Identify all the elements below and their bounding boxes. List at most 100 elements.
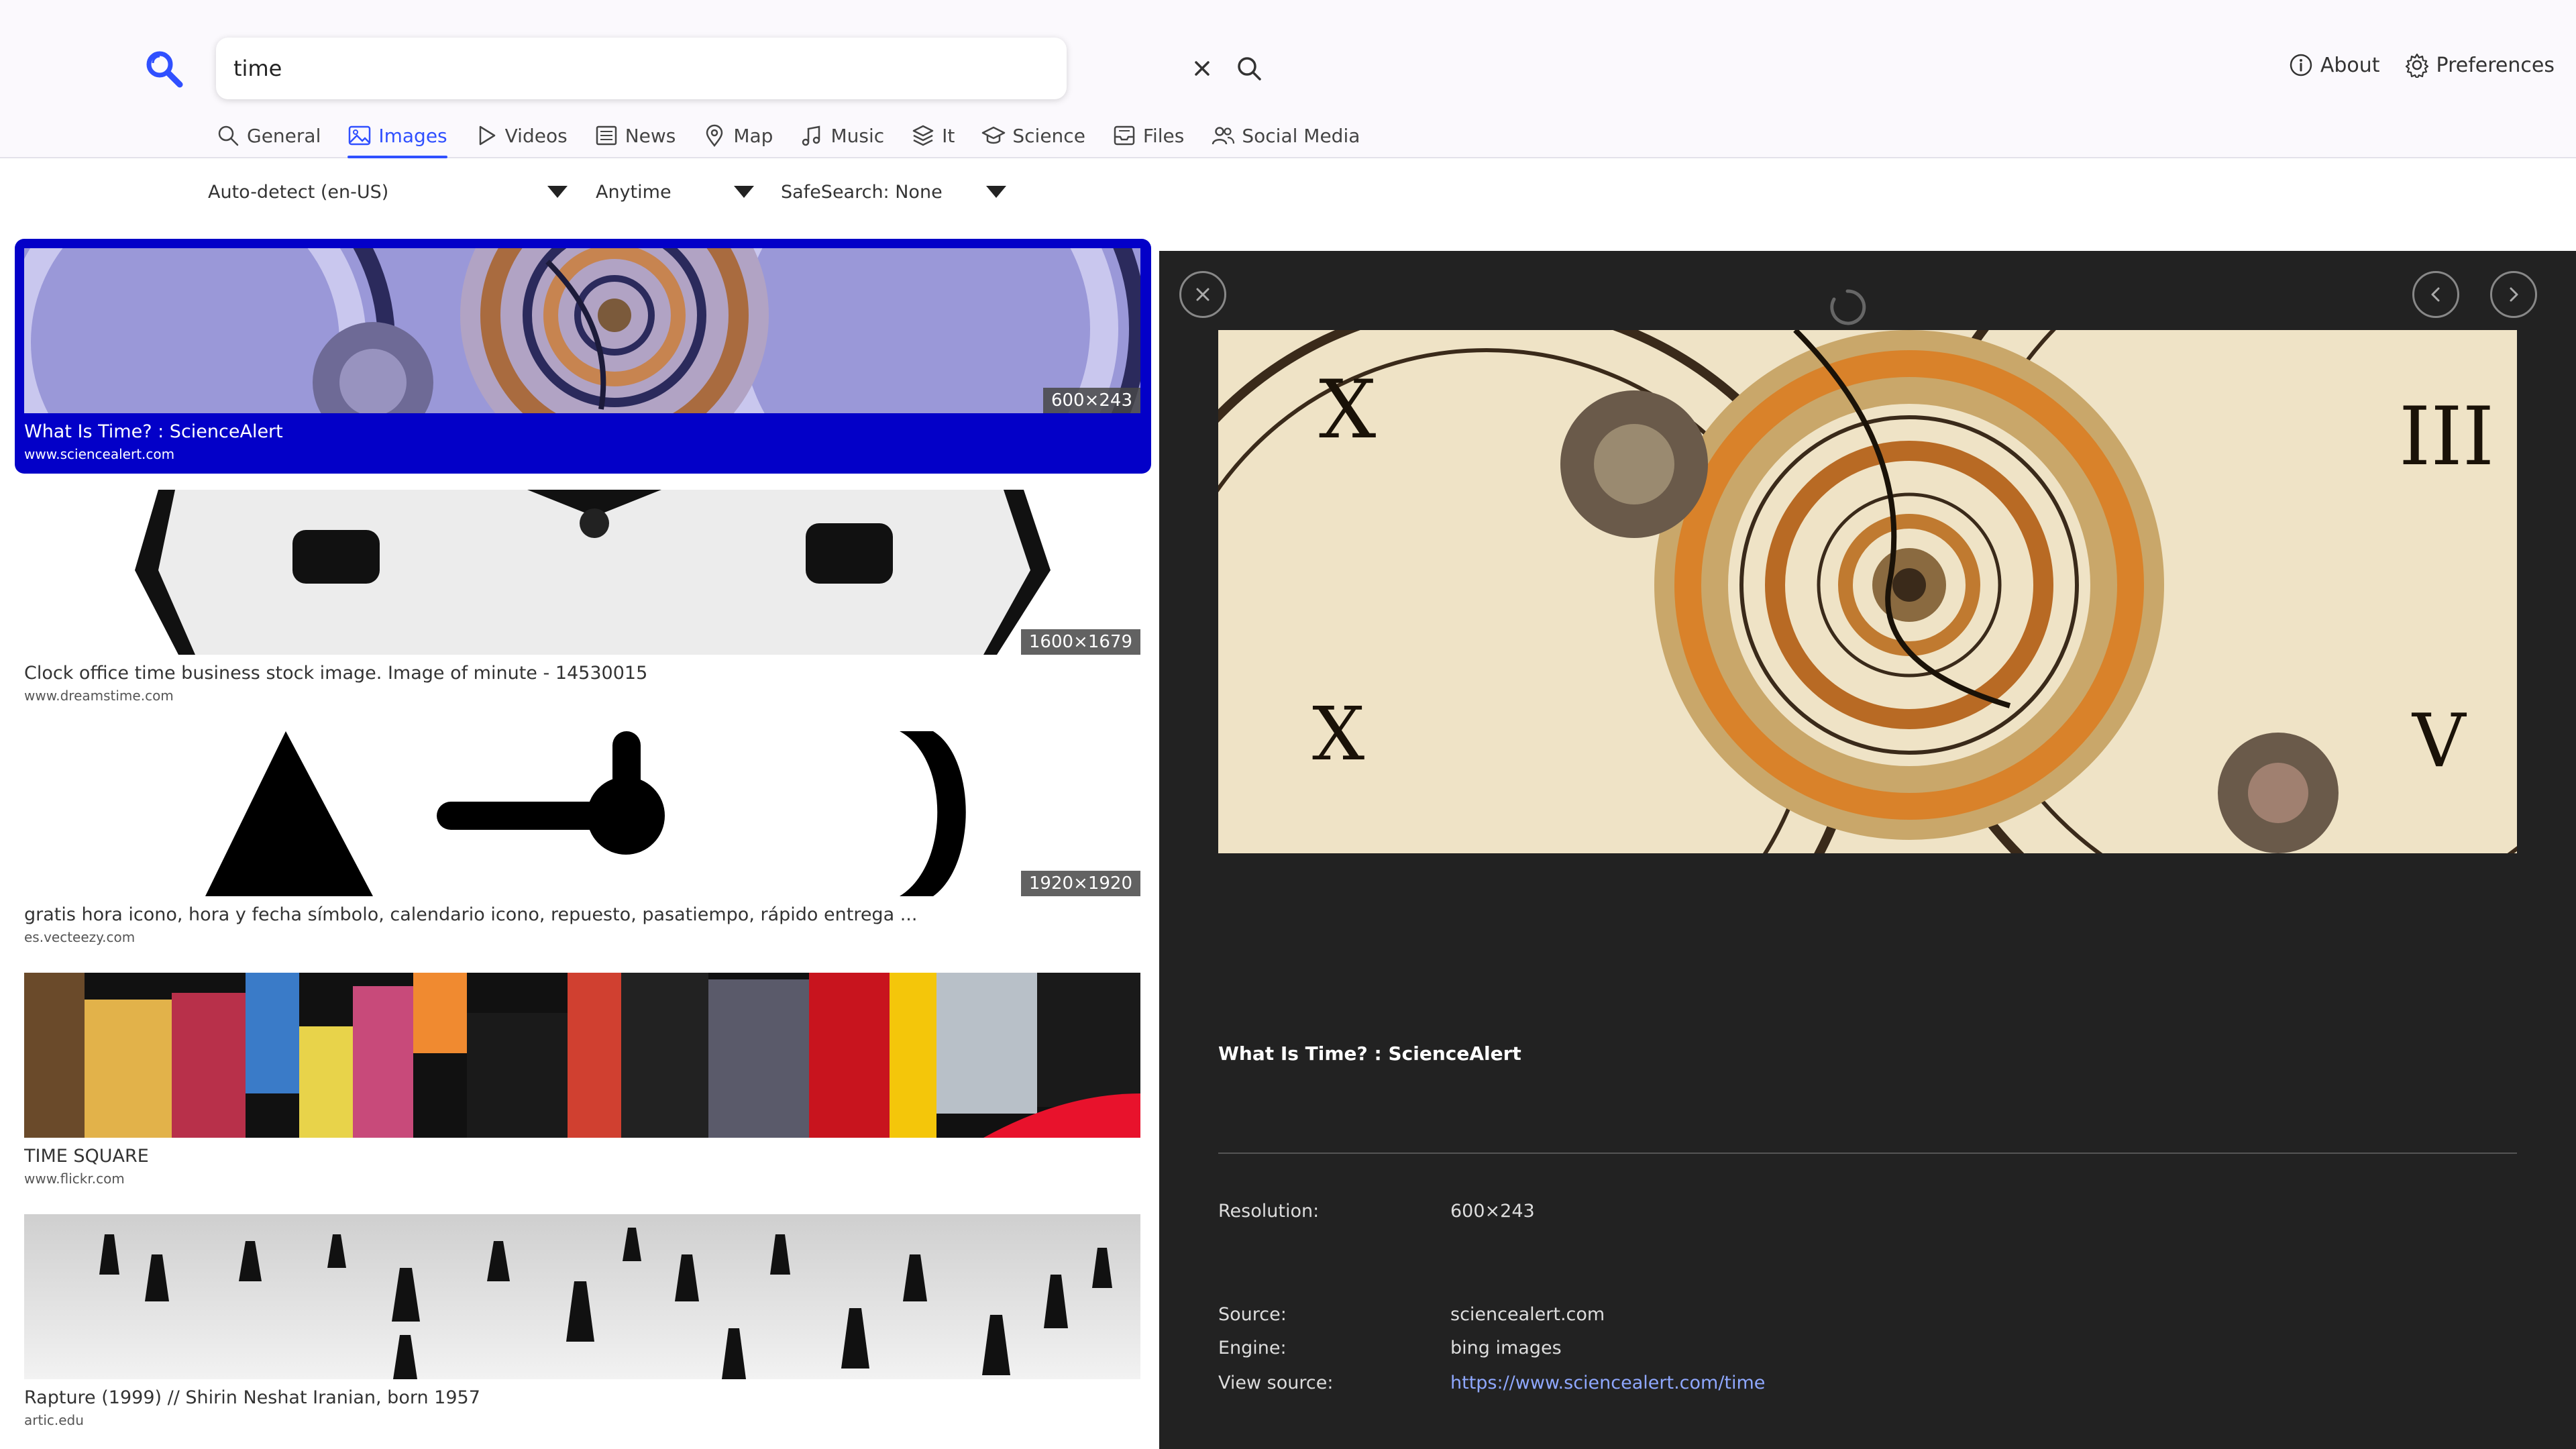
times-square-image (24, 973, 1140, 1138)
search-icon (218, 125, 239, 146)
svg-text:III: III (2399, 390, 2494, 484)
svg-text:X: X (1312, 691, 1364, 777)
detail-source-row: Source: sciencealert.com (1218, 1304, 1605, 1325)
tab-label: Social Media (1242, 124, 1360, 147)
result-title: What Is Time? : ScienceAlert (24, 421, 283, 442)
top-links: About Preferences (2288, 52, 2555, 78)
svg-text:V: V (2411, 698, 2467, 784)
result-thumbnail[interactable] (24, 973, 1140, 1138)
language-select[interactable]: Auto-detect (en-US) (201, 176, 574, 208)
tab-news[interactable]: News (594, 118, 676, 153)
time-value: Anytime (596, 181, 672, 203)
engine-label: Engine: (1218, 1338, 1287, 1358)
image-result[interactable]: TIME SQUARE www.flickr.com (15, 963, 1151, 1198)
resolution-value: 600×243 (1450, 1201, 1535, 1222)
about-link[interactable]: About (2288, 52, 2380, 78)
play-icon (479, 125, 495, 146)
tab-files[interactable]: Files (1112, 118, 1184, 153)
tab-label: Music (830, 124, 885, 147)
language-value: Auto-detect (en-US) (208, 181, 389, 203)
image-icon (349, 125, 371, 146)
tab-science[interactable]: Science (981, 118, 1085, 153)
previous-image-button[interactable] (2412, 271, 2459, 318)
chevron-right-icon (2510, 287, 2518, 302)
image-result[interactable]: 1920×1920 gratis hora icono, hora y fech… (15, 722, 1151, 957)
image-result[interactable]: 1600×1679 Clock office time business sto… (15, 480, 1151, 715)
tab-label: Videos (504, 124, 568, 147)
search-input[interactable] (233, 38, 904, 99)
gear-icon (2405, 53, 2428, 78)
graduation-cap-icon (982, 126, 1006, 144)
tab-label: It (942, 124, 955, 147)
spiral-clock-image (24, 248, 1140, 413)
image-detail-panel: X III V X What Is Time? : ScienceAlert R… (1159, 251, 2576, 1449)
search-box (216, 38, 1261, 99)
info-icon (2290, 54, 2312, 76)
view-source-link[interactable]: https://www.sciencealert.com/time (1450, 1373, 1765, 1393)
clear-icon[interactable] (1190, 56, 1214, 80)
tab-general[interactable]: General (216, 118, 321, 153)
result-url: www.flickr.com (24, 1171, 125, 1187)
office-clock-image (24, 490, 1140, 655)
map-pin-icon (706, 124, 723, 148)
tab-label: Science (1012, 124, 1085, 147)
view-source-label: View source: (1218, 1373, 1334, 1393)
svg-text:X: X (1319, 364, 1376, 457)
safesearch-value: SafeSearch: None (781, 181, 943, 203)
result-url: artic.edu (24, 1412, 84, 1428)
image-result[interactable]: Rapture (1999) // Shirin Neshat Iranian,… (15, 1205, 1151, 1440)
search-icon[interactable] (1234, 54, 1264, 83)
result-thumbnail[interactable] (24, 1214, 1140, 1379)
result-title: Clock office time business stock image. … (24, 663, 648, 684)
dropdown-arrow-icon (986, 186, 1006, 198)
newspaper-icon (596, 125, 616, 146)
result-title: TIME SQUARE (24, 1146, 149, 1167)
result-thumbnail[interactable]: 1600×1679 (24, 490, 1140, 655)
preferences-label: Preferences (2436, 53, 2555, 77)
next-image-button[interactable] (2490, 271, 2537, 318)
result-title: gratis hora icono, hora y fecha símbolo,… (24, 904, 918, 925)
header: About Preferences General Images Videos … (0, 0, 2576, 158)
inbox-icon (1114, 125, 1135, 146)
result-thumbnail[interactable]: 600×243 (24, 248, 1140, 413)
tab-videos[interactable]: Videos (474, 118, 568, 153)
tab-music[interactable]: Music (800, 118, 884, 153)
resolution-badge: 1600×1679 (1020, 629, 1140, 655)
tab-images[interactable]: Images (347, 118, 447, 158)
safesearch-select[interactable]: SafeSearch: None (774, 176, 1013, 208)
detail-resolution-row: Resolution: 600×243 (1218, 1201, 1535, 1222)
resolution-label: Resolution: (1218, 1201, 1320, 1222)
resolution-badge: 1920×1920 (1020, 871, 1140, 896)
tab-it[interactable]: It (911, 118, 955, 153)
detail-image[interactable]: X III V X (1218, 330, 2517, 853)
layers-icon (912, 125, 934, 146)
close-icon (1196, 288, 1210, 301)
preferences-link[interactable]: Preferences (2404, 52, 2555, 78)
result-url: www.dreamstime.com (24, 688, 174, 704)
clock-symbol-image (24, 731, 1140, 896)
tab-map[interactable]: Map (702, 118, 773, 153)
image-result[interactable]: 600×243 What Is Time? : ScienceAlert www… (15, 239, 1151, 474)
tab-label: News (625, 124, 676, 147)
tab-social-media[interactable]: Social Media (1211, 118, 1360, 153)
engine-value: bing images (1450, 1338, 1562, 1358)
category-tabs: General Images Videos News Map Music It (216, 118, 1360, 158)
result-thumbnail[interactable]: 1920×1920 (24, 731, 1140, 896)
search-logo-icon[interactable] (144, 48, 184, 89)
tab-label: Map (733, 124, 773, 147)
rapture-photo-image (24, 1214, 1140, 1379)
spiral-clock-full-image: X III V X (1218, 330, 2517, 853)
source-value: sciencealert.com (1450, 1304, 1605, 1325)
people-icon (1212, 127, 1235, 145)
result-url: www.sciencealert.com (24, 446, 175, 462)
resolution-badge: 600×243 (1042, 388, 1140, 413)
close-detail-button[interactable] (1179, 271, 1226, 318)
time-select[interactable]: Anytime (589, 176, 761, 208)
divider (1218, 1152, 2517, 1154)
dropdown-arrow-icon (734, 186, 754, 198)
tab-label: Images (378, 124, 447, 147)
tab-label: Files (1142, 124, 1185, 147)
dropdown-arrow-icon (547, 186, 568, 198)
result-title: Rapture (1999) // Shirin Neshat Iranian,… (24, 1387, 480, 1408)
source-label: Source: (1218, 1304, 1287, 1325)
